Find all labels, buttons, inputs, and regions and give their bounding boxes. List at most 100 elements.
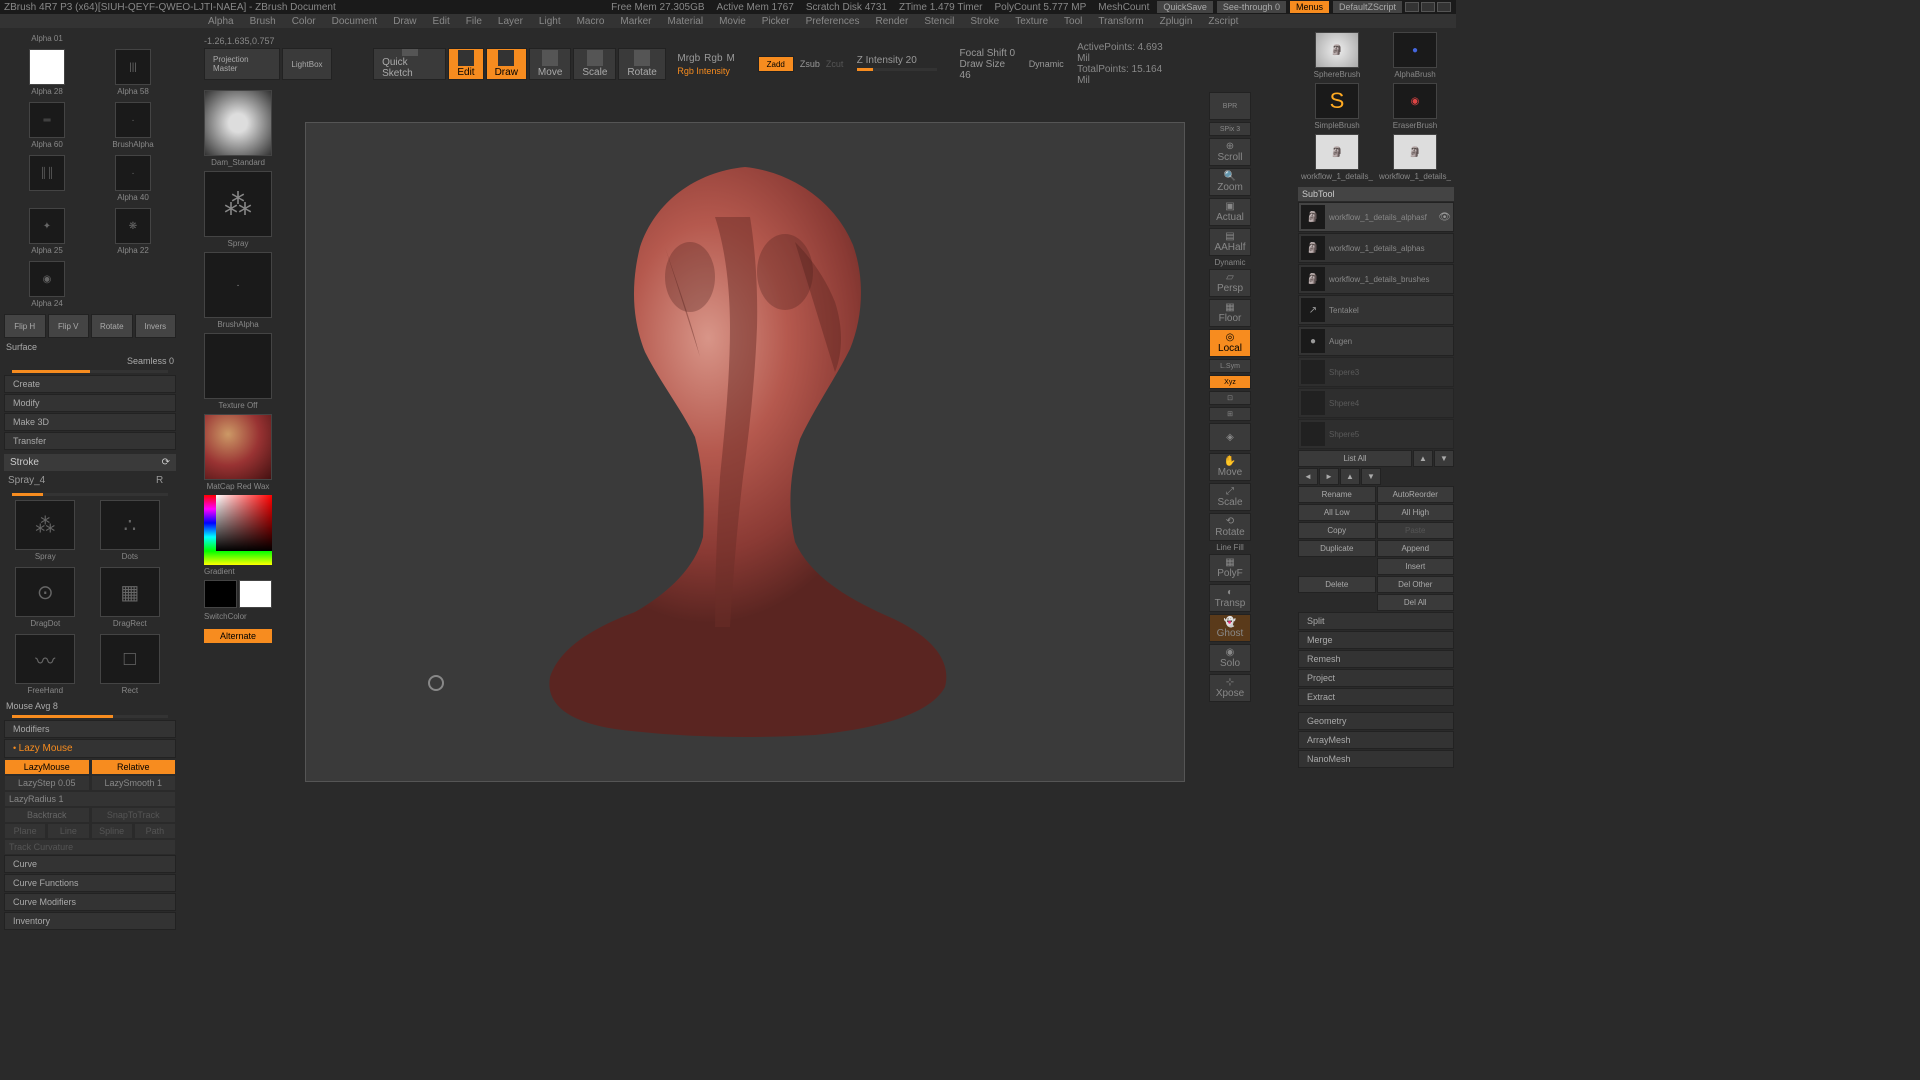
subtool-7[interactable]: Shpere5: [1298, 419, 1454, 449]
curvemod-section[interactable]: Curve Modifiers: [4, 893, 176, 911]
menu-file[interactable]: File: [466, 16, 482, 27]
polyf-button[interactable]: ▦PolyF: [1209, 554, 1251, 582]
stroke-header[interactable]: Stroke⟳: [4, 454, 176, 471]
ghost-button[interactable]: 👻Ghost: [1209, 614, 1251, 642]
gradient-label[interactable]: Gradient: [200, 567, 276, 576]
split-section[interactable]: Split: [1298, 612, 1454, 630]
tool-simplebrush[interactable]: SSimpleBrush: [1298, 81, 1376, 132]
tool-alphabrush[interactable]: ●AlphaBrush: [1376, 30, 1454, 81]
modify-section[interactable]: Modify: [4, 394, 176, 412]
menu-tool[interactable]: Tool: [1064, 16, 1082, 27]
delete-button[interactable]: Delete: [1298, 576, 1376, 593]
window-close-icon[interactable]: [1437, 2, 1451, 12]
menu-stencil[interactable]: Stencil: [924, 16, 954, 27]
scale-nav-button[interactable]: ⤢Scale: [1209, 483, 1251, 511]
lazystep-slider[interactable]: LazyStep 0.05: [5, 776, 89, 790]
window-min-icon[interactable]: [1405, 2, 1419, 12]
alternate-button[interactable]: Alternate: [204, 629, 272, 643]
subtool-1[interactable]: 🗿workflow_1_details_alphas: [1298, 233, 1454, 263]
lazymouse-toggle[interactable]: LazyMouse: [5, 760, 89, 774]
arrow-btn-2[interactable]: ►: [1319, 468, 1339, 485]
bpr-button[interactable]: BPR: [1209, 92, 1251, 120]
quicksketch-button[interactable]: Quick Sketch: [373, 48, 446, 80]
rotate-nav-button[interactable]: ⟲Rotate: [1209, 513, 1251, 541]
menu-picker[interactable]: Picker: [762, 16, 790, 27]
texture-preview[interactable]: [204, 333, 272, 399]
transfer-section[interactable]: Transfer: [4, 432, 176, 450]
zintensity-slider[interactable]: Z Intensity 20: [857, 55, 937, 66]
mrgb-toggle[interactable]: Mrgb: [677, 53, 700, 64]
menus-button[interactable]: Menus: [1290, 1, 1329, 13]
subtool-header[interactable]: SubTool: [1298, 187, 1454, 201]
menu-color[interactable]: Color: [292, 16, 316, 27]
stroke-dragdot[interactable]: ⊙DragDot: [4, 565, 87, 630]
flip-v-button[interactable]: Flip V: [48, 314, 90, 338]
make3d-section[interactable]: Make 3D: [4, 413, 176, 431]
defaultscript-button[interactable]: DefaultZScript: [1333, 1, 1402, 13]
floor-button[interactable]: ▦Floor: [1209, 299, 1251, 327]
eye-icon[interactable]: 👁: [1438, 212, 1451, 223]
color-picker[interactable]: [204, 495, 272, 565]
geometry-section[interactable]: Geometry: [1298, 712, 1454, 730]
relative-toggle[interactable]: Relative: [92, 760, 176, 774]
inverse-button[interactable]: Invers: [135, 314, 177, 338]
listall-button[interactable]: List All: [1298, 450, 1412, 467]
spix-slider[interactable]: SPix 3: [1209, 122, 1251, 136]
window-max-icon[interactable]: [1421, 2, 1435, 12]
tool-workflow2[interactable]: 🗿workflow_1_details_: [1376, 132, 1454, 183]
subtool-4[interactable]: ●Augen: [1298, 326, 1454, 356]
xyz-button[interactable]: Xyz: [1209, 375, 1251, 389]
zsub-toggle[interactable]: Zsub: [800, 59, 820, 69]
stroke-dots[interactable]: ∴Dots: [89, 498, 172, 563]
solo-button[interactable]: ◉Solo: [1209, 644, 1251, 672]
edit-button[interactable]: Edit: [448, 48, 483, 80]
brushalpha[interactable]: ·BrushAlpha: [90, 100, 176, 151]
r-button[interactable]: R: [156, 475, 172, 489]
menu-transform[interactable]: Transform: [1098, 16, 1143, 27]
xpose-button[interactable]: ⊹Xpose: [1209, 674, 1251, 702]
alpha-24[interactable]: ◉Alpha 24: [4, 259, 90, 310]
stroke-preview[interactable]: ⁂: [204, 171, 272, 237]
focalshift-slider[interactable]: Focal Shift 0: [960, 48, 1016, 59]
alpha-58[interactable]: |||Alpha 58: [90, 47, 176, 98]
rename-button[interactable]: Rename: [1298, 486, 1376, 503]
subtool-3[interactable]: ↗Tentakel: [1298, 295, 1454, 325]
brush-preview[interactable]: [204, 90, 272, 156]
subtool-6[interactable]: Shpere4: [1298, 388, 1454, 418]
up-icon[interactable]: ▲: [1413, 450, 1433, 467]
move-button[interactable]: Move: [529, 48, 571, 80]
scale-button[interactable]: Scale: [573, 48, 616, 80]
alllow-button[interactable]: All Low: [1298, 504, 1376, 521]
alpha-preview[interactable]: ·: [204, 252, 272, 318]
nanomesh-section[interactable]: NanoMesh: [1298, 750, 1454, 768]
transp-button[interactable]: ◐Transp: [1209, 584, 1251, 612]
material-preview[interactable]: [204, 414, 272, 480]
arraymesh-section[interactable]: ArrayMesh: [1298, 731, 1454, 749]
secondary-color[interactable]: [239, 580, 272, 608]
lazysmooth-slider[interactable]: LazySmooth 1: [92, 776, 176, 790]
menu-light[interactable]: Light: [539, 16, 561, 27]
refresh-icon[interactable]: ⟳: [162, 457, 170, 468]
scroll-button[interactable]: ⊕Scroll: [1209, 138, 1251, 166]
stroke-dragrect[interactable]: ▦DragRect: [89, 565, 172, 630]
curvefunc-section[interactable]: Curve Functions: [4, 874, 176, 892]
modifiers-section[interactable]: Modifiers: [4, 720, 176, 738]
merge-section[interactable]: Merge: [1298, 631, 1454, 649]
draw-poly-button[interactable]: ◈: [1209, 423, 1251, 451]
create-section[interactable]: Create: [4, 375, 176, 393]
menu-draw[interactable]: Draw: [393, 16, 416, 27]
lightbox-button[interactable]: LightBox: [282, 48, 331, 80]
alpha-25[interactable]: ✦Alpha 25: [4, 206, 90, 257]
menu-zplugin[interactable]: Zplugin: [1160, 16, 1193, 27]
m-toggle[interactable]: M: [727, 53, 735, 64]
menu-texture[interactable]: Texture: [1015, 16, 1048, 27]
aahalf-button[interactable]: ▤AAHalf: [1209, 228, 1251, 256]
alpha-28[interactable]: Alpha 28: [4, 47, 90, 98]
zoom-button[interactable]: 🔍Zoom: [1209, 168, 1251, 196]
actual-button[interactable]: ▣Actual: [1209, 198, 1251, 226]
down-icon[interactable]: ▼: [1434, 450, 1454, 467]
draw-button[interactable]: Draw: [486, 48, 527, 80]
rgbintensity-slider[interactable]: Rgb Intensity: [677, 66, 735, 76]
frame-button[interactable]: ⊡: [1209, 391, 1251, 405]
delall-button[interactable]: Del All: [1377, 594, 1455, 611]
